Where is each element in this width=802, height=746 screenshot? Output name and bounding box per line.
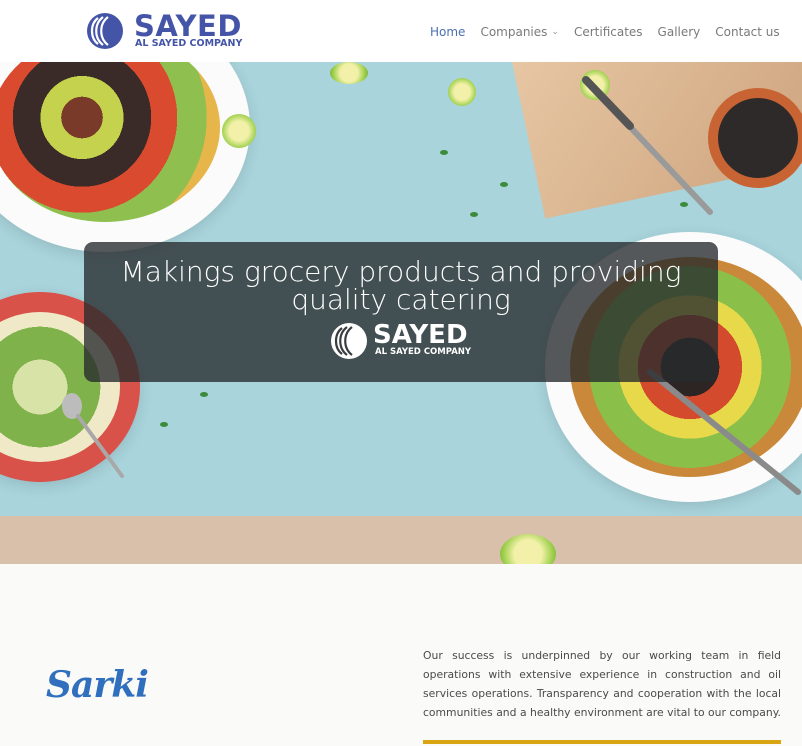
company-logo[interactable]: SAYED AL SAYED COMPANY [86, 9, 246, 52]
hero-logo-subtitle: AL SAYED COMPANY [375, 347, 472, 357]
nav-gallery[interactable]: Gallery [658, 25, 701, 39]
sarki-brand-logo[interactable]: Sarki [46, 664, 149, 706]
herb-leaf-image [470, 212, 478, 217]
nav-home[interactable]: Home [430, 25, 465, 39]
spoon-image [62, 393, 124, 478]
hero-logo-wordmark: SAYED [373, 320, 468, 350]
herb-leaf-image [160, 422, 168, 427]
lime-image [330, 62, 368, 84]
table-edge-image [0, 516, 802, 564]
about-section: Sarki Our success is underpinned by our … [0, 564, 802, 746]
herb-leaf-image [500, 182, 508, 187]
herb-leaf-image [200, 392, 208, 397]
lime-image [448, 78, 476, 106]
main-nav: Home Companies ⌄ Certificates Gallery Con… [430, 24, 795, 40]
hero-overlay-card: Makings grocery products and providing q… [84, 242, 718, 382]
nav-companies[interactable]: Companies ⌄ [480, 25, 559, 39]
fork-image [647, 369, 801, 495]
hero-banner: Makings grocery products and providing q… [0, 62, 802, 564]
lime-image [222, 114, 256, 148]
logo-mark-icon [87, 13, 123, 49]
hero-title: Makings grocery products and providing q… [120, 255, 682, 316]
hero-logo: SAYED AL SAYED COMPANY [330, 320, 480, 364]
logo-subtitle: AL SAYED COMPANY [135, 38, 243, 49]
nav-certificates[interactable]: Certificates [574, 25, 643, 39]
knife-image [582, 76, 713, 215]
nav-contact[interactable]: Contact us [715, 25, 779, 39]
bean-bowl-content-image [718, 98, 798, 178]
logo-mark-icon [331, 323, 367, 359]
about-paragraph: Our success is underpinned by our workin… [423, 649, 781, 719]
chevron-down-icon: ⌄ [551, 27, 559, 37]
herb-leaf-image [440, 150, 448, 155]
gold-divider [423, 740, 781, 744]
site-header: SAYED AL SAYED COMPANY Home Companies ⌄ C… [0, 0, 802, 62]
